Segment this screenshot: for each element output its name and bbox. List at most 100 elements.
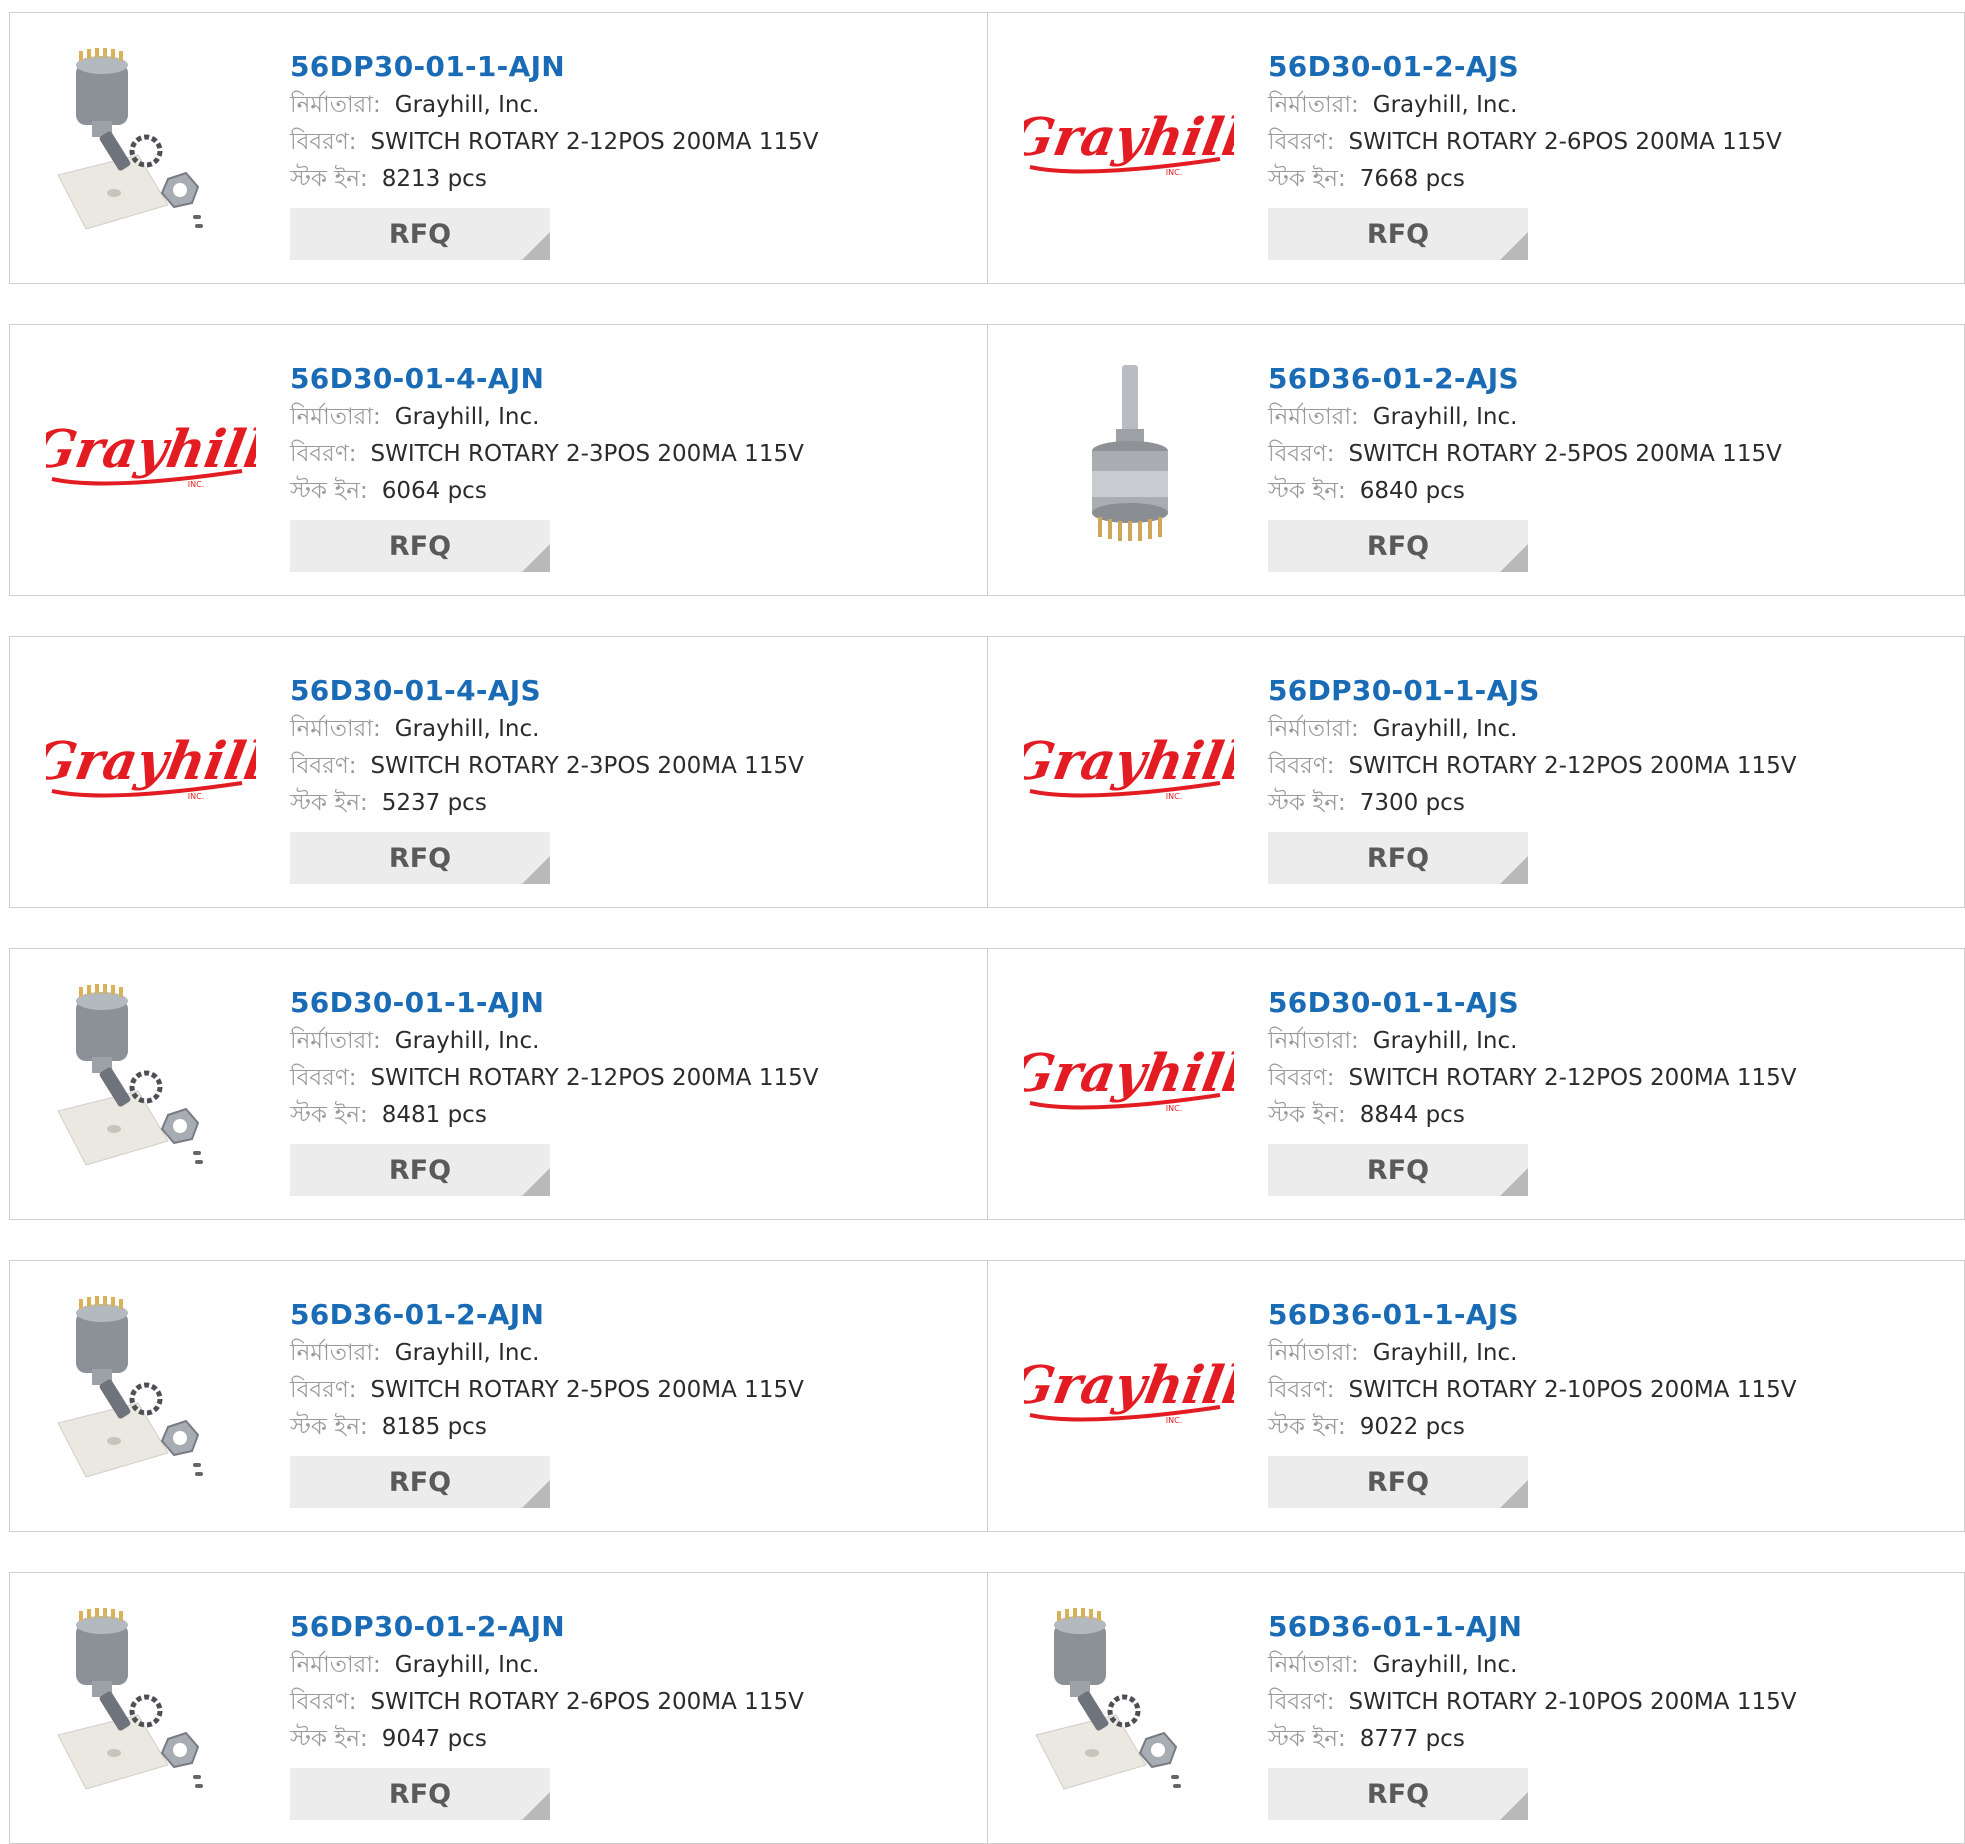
rotary-switch-image[interactable] <box>1024 359 1234 549</box>
rfq-button[interactable]: RFQ <box>290 208 550 260</box>
product-card: 56DP30-01-2-AJN নির্মাতারা: Grayhill, Inc… <box>10 1573 987 1843</box>
part-number-link[interactable]: 56D36-01-1-AJS <box>1268 1295 1519 1335</box>
stock-line: স্টক ইন: 8844 pcs <box>1268 1097 1928 1134</box>
manufacturer-value: Grayhill, Inc. <box>1372 92 1518 118</box>
product-card: 56D30-01-1-AJN নির্মাতারা: Grayhill, Inc.… <box>10 949 987 1219</box>
rfq-button[interactable]: RFQ <box>1268 520 1528 572</box>
manufacturer-line: নির্মাতারা: Grayhill, Inc. <box>1268 1335 1928 1372</box>
rfq-button[interactable]: RFQ <box>1268 208 1528 260</box>
rotary-switch-kit-image[interactable] <box>46 1295 256 1485</box>
manufacturer-value: Grayhill, Inc. <box>394 1028 540 1054</box>
part-number-link[interactable]: 56D30-01-1-AJN <box>290 983 544 1023</box>
part-number-link[interactable]: 56D30-01-2-AJS <box>1268 47 1519 87</box>
rfq-button[interactable]: RFQ <box>1268 1144 1528 1196</box>
grayhill-logo[interactable]: Grayhill INC. <box>1024 671 1234 861</box>
product-card: 56DP30-01-1-AJN নির্মাতারা: Grayhill, Inc… <box>10 13 987 283</box>
grayhill-logo[interactable]: Grayhill INC. <box>46 671 256 861</box>
product-card: Grayhill INC. 56D30-01-4-AJN নির্মাতারা:… <box>10 325 987 595</box>
part-number-link[interactable]: 56DP30-01-1-AJN <box>290 47 565 87</box>
part-number-link[interactable]: 56D30-01-4-AJN <box>290 359 544 399</box>
manufacturer-label: নির্মাতারা: <box>290 92 381 118</box>
manufacturer-label: নির্মাতারা: <box>290 1028 381 1054</box>
description-value: SWITCH ROTARY 2-12POS 200MA 115V <box>370 1065 819 1091</box>
description-line: বিবরণ: SWITCH ROTARY 2-5POS 200MA 115V <box>1268 436 1928 473</box>
description-line: বিবরণ: SWITCH ROTARY 2-12POS 200MA 115V <box>1268 1060 1928 1097</box>
manufacturer-label: নির্মাতারা: <box>290 716 381 742</box>
stock-value: 7668 pcs <box>1359 166 1465 192</box>
product-card: 56D36-01-2-AJS নির্মাতারা: Grayhill, Inc.… <box>987 325 1964 595</box>
part-number-link[interactable]: 56D36-01-1-AJN <box>1268 1607 1522 1647</box>
product-row: 56D30-01-1-AJN নির্মাতারা: Grayhill, Inc.… <box>9 948 1965 1220</box>
part-number-link[interactable]: 56DP30-01-2-AJN <box>290 1607 565 1647</box>
stock-line: স্টক ইন: 8481 pcs <box>290 1097 950 1134</box>
part-number-link[interactable]: 56D36-01-2-AJN <box>290 1295 544 1335</box>
product-info: 56D30-01-4-AJS নির্মাতারা: Grayhill, Inc.… <box>290 671 950 884</box>
rfq-corner-icon <box>522 1792 550 1820</box>
description-value: SWITCH ROTARY 2-10POS 200MA 115V <box>1348 1689 1797 1715</box>
manufacturer-line: নির্মাতারা: Grayhill, Inc. <box>290 399 950 436</box>
rfq-corner-icon <box>1500 232 1528 260</box>
product-info: 56D36-01-2-AJN নির্মাতারা: Grayhill, Inc.… <box>290 1295 950 1508</box>
rotary-switch-kit-image[interactable] <box>46 1607 256 1797</box>
stock-value: 6064 pcs <box>381 478 487 504</box>
manufacturer-value: Grayhill, Inc. <box>1372 1652 1518 1678</box>
description-value: SWITCH ROTARY 2-10POS 200MA 115V <box>1348 1377 1797 1403</box>
svg-text:INC.: INC. <box>188 480 204 489</box>
product-card: Grayhill INC. 56D30-01-4-AJS নির্মাতারা:… <box>10 637 987 907</box>
part-number-link[interactable]: 56D30-01-4-AJS <box>290 671 541 711</box>
rfq-corner-icon <box>1500 1480 1528 1508</box>
stock-label: স্টক ইন: <box>290 790 368 816</box>
description-line: বিবরণ: SWITCH ROTARY 2-3POS 200MA 115V <box>290 436 950 473</box>
grayhill-logo[interactable]: Grayhill INC. <box>1024 47 1234 237</box>
rfq-button[interactable]: RFQ <box>290 1144 550 1196</box>
stock-value: 7300 pcs <box>1359 790 1465 816</box>
manufacturer-line: নির্মাতারা: Grayhill, Inc. <box>1268 1647 1928 1684</box>
rotary-switch-kit-image[interactable] <box>1024 1607 1234 1797</box>
product-info: 56D36-01-1-AJN নির্মাতারা: Grayhill, Inc.… <box>1268 1607 1928 1820</box>
part-number-link[interactable]: 56D36-01-2-AJS <box>1268 359 1519 399</box>
manufacturer-label: নির্মাতারা: <box>290 1340 381 1366</box>
product-info: 56DP30-01-2-AJN নির্মাতারা: Grayhill, Inc… <box>290 1607 950 1820</box>
rfq-corner-icon <box>1500 856 1528 884</box>
product-info: 56D30-01-4-AJN নির্মাতারা: Grayhill, Inc.… <box>290 359 950 572</box>
product-info: 56D30-01-1-AJS নির্মাতারা: Grayhill, Inc.… <box>1268 983 1928 1196</box>
manufacturer-value: Grayhill, Inc. <box>394 404 540 430</box>
rfq-label: RFQ <box>1366 218 1430 250</box>
part-number-link[interactable]: 56DP30-01-1-AJS <box>1268 671 1540 711</box>
stock-value: 9047 pcs <box>381 1726 487 1752</box>
rfq-label: RFQ <box>1366 1778 1430 1810</box>
stock-value: 8777 pcs <box>1359 1726 1465 1752</box>
description-label: বিবরণ: <box>1268 1377 1335 1403</box>
rfq-label: RFQ <box>388 1154 452 1186</box>
rfq-label: RFQ <box>1366 530 1430 562</box>
rfq-button[interactable]: RFQ <box>290 832 550 884</box>
rotary-switch-kit-image[interactable] <box>46 47 256 237</box>
manufacturer-line: নির্মাতারা: Grayhill, Inc. <box>1268 87 1928 124</box>
stock-line: স্টক ইন: 6064 pcs <box>290 473 950 510</box>
grayhill-logo[interactable]: Grayhill INC. <box>46 359 256 549</box>
rfq-button[interactable]: RFQ <box>290 1768 550 1820</box>
rfq-button[interactable]: RFQ <box>1268 1768 1528 1820</box>
description-value: SWITCH ROTARY 2-5POS 200MA 115V <box>370 1377 804 1403</box>
description-label: বিবরণ: <box>1268 1065 1335 1091</box>
rfq-corner-icon <box>522 856 550 884</box>
part-number-link[interactable]: 56D30-01-1-AJS <box>1268 983 1519 1023</box>
grayhill-logo[interactable]: Grayhill INC. <box>1024 1295 1234 1485</box>
rfq-button[interactable]: RFQ <box>290 1456 550 1508</box>
rfq-button[interactable]: RFQ <box>290 520 550 572</box>
stock-line: স্টক ইন: 5237 pcs <box>290 785 950 822</box>
grayhill-logo[interactable]: Grayhill INC. <box>1024 983 1234 1173</box>
rfq-button[interactable]: RFQ <box>1268 832 1528 884</box>
description-value: SWITCH ROTARY 2-12POS 200MA 115V <box>370 129 819 155</box>
rfq-button[interactable]: RFQ <box>1268 1456 1528 1508</box>
rotary-switch-kit-image[interactable] <box>46 983 256 1173</box>
manufacturer-value: Grayhill, Inc. <box>1372 716 1518 742</box>
description-line: বিবরণ: SWITCH ROTARY 2-5POS 200MA 115V <box>290 1372 950 1409</box>
manufacturer-line: নির্মাতারা: Grayhill, Inc. <box>290 87 950 124</box>
description-label: বিবরণ: <box>290 1377 357 1403</box>
description-value: SWITCH ROTARY 2-3POS 200MA 115V <box>370 753 804 779</box>
stock-line: স্টক ইন: 7668 pcs <box>1268 161 1928 198</box>
description-value: SWITCH ROTARY 2-6POS 200MA 115V <box>1348 129 1782 155</box>
description-label: বিবরণ: <box>290 129 357 155</box>
description-line: বিবরণ: SWITCH ROTARY 2-12POS 200MA 115V <box>290 124 950 161</box>
